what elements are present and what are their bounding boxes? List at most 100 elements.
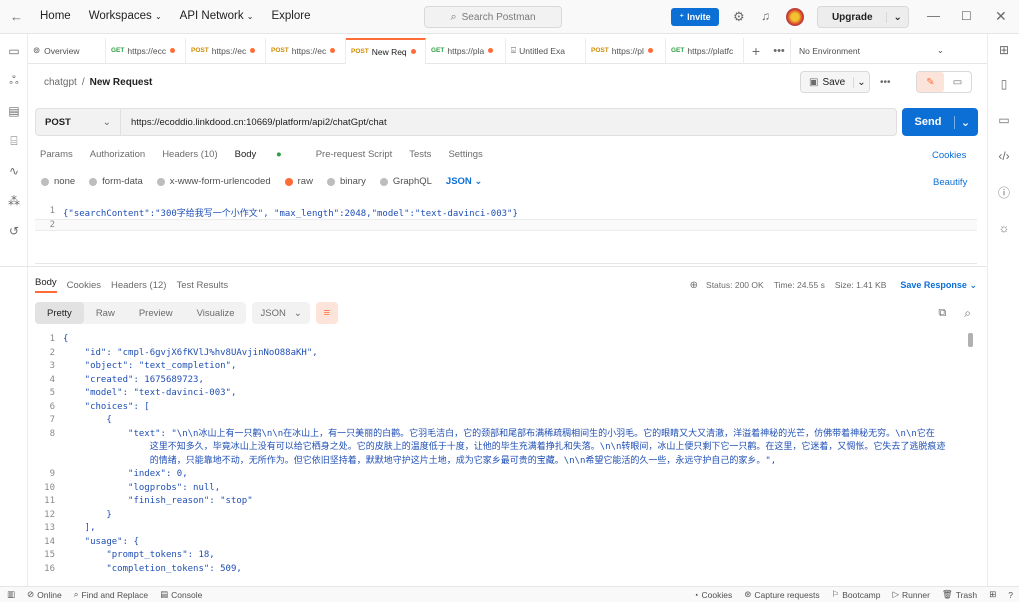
edit-toggle[interactable]: ✎ ▭ — [916, 71, 972, 93]
radio-form-data[interactable]: form-data — [89, 176, 143, 187]
save-button[interactable]: ▣ Save ⌄ — [800, 71, 870, 93]
response-scrollbar[interactable] — [968, 333, 974, 575]
find-replace-button[interactable]: ⌕ Find and Replace — [74, 589, 148, 600]
capture-requests-button[interactable]: ⊛ Capture requests — [744, 589, 819, 600]
workspace-settings-icon[interactable]: ⊞ — [988, 34, 1019, 66]
more-tabs-icon[interactable]: ••• — [768, 45, 790, 57]
info-icon[interactable]: ⓘ — [988, 174, 1019, 210]
breadcrumb-collection[interactable]: chatgpt — [44, 77, 77, 88]
history-icon[interactable]: ↺ — [0, 216, 28, 246]
body-type-selector: none form-data x-www-form-urlencoded raw… — [41, 176, 496, 187]
online-status[interactable]: ⊘ Online — [27, 589, 62, 600]
tab-new-request[interactable]: POST New Req — [346, 37, 426, 64]
method-select[interactable]: POST ⌄ — [36, 109, 121, 135]
environments-icon[interactable]: ▤ — [0, 96, 28, 126]
bootcamp-button[interactable]: ⚐ Bootcamp — [832, 589, 881, 600]
documentation-icon[interactable]: ▯ — [988, 66, 1019, 102]
tab-response-cookies[interactable]: Cookies — [67, 280, 101, 291]
search-icon[interactable]: ⌕ — [964, 306, 971, 321]
chevron-down-icon[interactable]: ⌄ — [954, 115, 976, 129]
maximize-icon[interactable]: ☐ — [961, 9, 972, 23]
editor-divider[interactable] — [0, 266, 987, 267]
beautify-link[interactable]: Beautify — [933, 177, 967, 188]
tab-response-body[interactable]: Body — [35, 277, 57, 293]
add-tab-icon[interactable]: + — [744, 43, 768, 59]
radio-icon — [326, 177, 335, 186]
send-button[interactable]: Send ⌄ — [902, 108, 978, 136]
body-format-select[interactable]: JSON ⌄ — [446, 176, 482, 187]
radio-binary[interactable]: binary — [326, 176, 366, 187]
layout-icon[interactable]: ⊞ — [989, 589, 996, 600]
view-preview[interactable]: Preview — [127, 302, 185, 324]
console-button[interactable]: ▤ Console — [160, 589, 202, 600]
trash-button[interactable]: 🗑 Trash — [942, 589, 977, 600]
tab-request[interactable]: GET https://platfc — [666, 37, 744, 64]
copy-icon[interactable]: ⧉ — [938, 307, 946, 320]
tab-authorization[interactable]: Authorization — [90, 149, 145, 160]
upgrade-button[interactable]: Upgrade ⌄ — [817, 6, 909, 28]
wrap-lines-icon[interactable]: ≡ — [315, 302, 338, 324]
response-format-select[interactable]: JSON ⌄ — [252, 302, 310, 324]
radio-urlencoded[interactable]: x-www-form-urlencoded — [156, 176, 271, 187]
tab-request[interactable]: GET https://pla — [426, 37, 506, 64]
request-body-editor[interactable]: 1 {"searchContent":"300字给我写一个小作文", "max_… — [35, 200, 977, 264]
tab-test-results[interactable]: Test Results — [176, 280, 228, 291]
help-icon[interactable]: ? — [1008, 590, 1013, 600]
more-actions-icon[interactable]: ••• — [880, 77, 891, 88]
tab-tests[interactable]: Tests — [409, 149, 431, 160]
tab-params[interactable]: Params — [40, 149, 73, 160]
radio-raw[interactable]: raw — [284, 176, 313, 187]
monitors-icon[interactable]: ∿ — [0, 156, 28, 186]
radio-none[interactable]: none — [41, 176, 75, 187]
tab-request[interactable]: POST https://pl — [586, 37, 666, 64]
tab-example[interactable]: ⌺ Untitled Exa — [506, 37, 586, 64]
nav-explore[interactable]: Explore — [271, 10, 310, 22]
notification-bell-icon[interactable]: ♫ — [761, 9, 770, 23]
tab-request[interactable]: POST https://ec — [186, 37, 266, 64]
search-input[interactable]: ⌕ Search Postman — [424, 6, 562, 28]
settings-gear-icon[interactable]: ⚙ — [733, 9, 745, 25]
chevron-down-icon[interactable]: ⌄ — [853, 76, 869, 88]
environment-select[interactable]: No Environment ⌄ — [790, 37, 952, 64]
nav-home[interactable]: Home — [40, 10, 71, 22]
code-text: "text": "\n\n冰山上有一只鹳\n\n在冰山上，有一只美丽的白鹳。它羽… — [63, 428, 935, 439]
code-icon[interactable]: ‹/› — [988, 138, 1019, 174]
invite-button[interactable]: ⁺ Invite — [671, 8, 719, 26]
mock-servers-icon[interactable]: ⌸ — [0, 126, 28, 156]
tab-settings[interactable]: Settings — [448, 149, 482, 160]
close-icon[interactable]: ✕ — [995, 8, 1007, 25]
collections-icon[interactable]: ▭ — [0, 36, 28, 66]
tab-pre-request-script[interactable]: Pre-request Script — [316, 149, 393, 160]
comment-icon[interactable]: ▭ — [944, 72, 971, 92]
avatar[interactable] — [786, 8, 804, 26]
view-raw[interactable]: Raw — [84, 302, 127, 324]
apis-icon[interactable]: ஃ — [0, 66, 28, 96]
radio-graphql[interactable]: GraphQL — [379, 176, 432, 187]
save-response-button[interactable]: Save Response ⌄ — [900, 280, 977, 291]
tab-body[interactable]: Body ● — [235, 149, 299, 160]
back-arrow-icon[interactable]: ← — [10, 9, 23, 24]
tab-headers[interactable]: Headers (10) — [162, 149, 217, 160]
size-text: Size: 1.41 KB — [834, 280, 887, 290]
flows-icon[interactable]: ⁂ — [0, 186, 28, 216]
cookies-link[interactable]: Cookies — [932, 150, 966, 161]
scrollbar-thumb[interactable] — [968, 333, 973, 347]
url-input[interactable]: https://ecoddio.linkdood.cn:10669/platfo… — [121, 117, 387, 128]
tab-request[interactable]: POST https://ec — [266, 37, 346, 64]
runner-button[interactable]: ▷ Runner — [892, 589, 929, 600]
comments-icon[interactable]: ▭ — [988, 102, 1019, 138]
view-pretty[interactable]: Pretty — [35, 302, 84, 324]
response-body-viewer[interactable]: 1{2 "id": "cmpl-6gvjX6fKVlJ%hv8UAvjinNoO… — [35, 333, 970, 575]
chevron-down-icon[interactable]: ⌄ — [886, 11, 908, 23]
cookies-button[interactable]: ◔ Cookies — [693, 590, 732, 600]
pencil-icon[interactable]: ✎ — [917, 72, 944, 92]
nav-api-network[interactable]: API Network ⌄ — [180, 10, 254, 22]
tab-request[interactable]: GET https://ecc — [106, 37, 186, 64]
toggle-sidebar-icon[interactable]: ▥ — [7, 589, 15, 600]
nav-workspaces[interactable]: Workspaces ⌄ — [89, 10, 162, 22]
lightbulb-icon[interactable]: ☼ — [988, 210, 1019, 246]
minimize-icon[interactable]: — — [927, 8, 940, 23]
tab-response-headers[interactable]: Headers (12) — [111, 280, 166, 291]
view-visualize[interactable]: Visualize — [185, 302, 247, 324]
tab-overview[interactable]: ⊚ Overview — [28, 37, 106, 64]
